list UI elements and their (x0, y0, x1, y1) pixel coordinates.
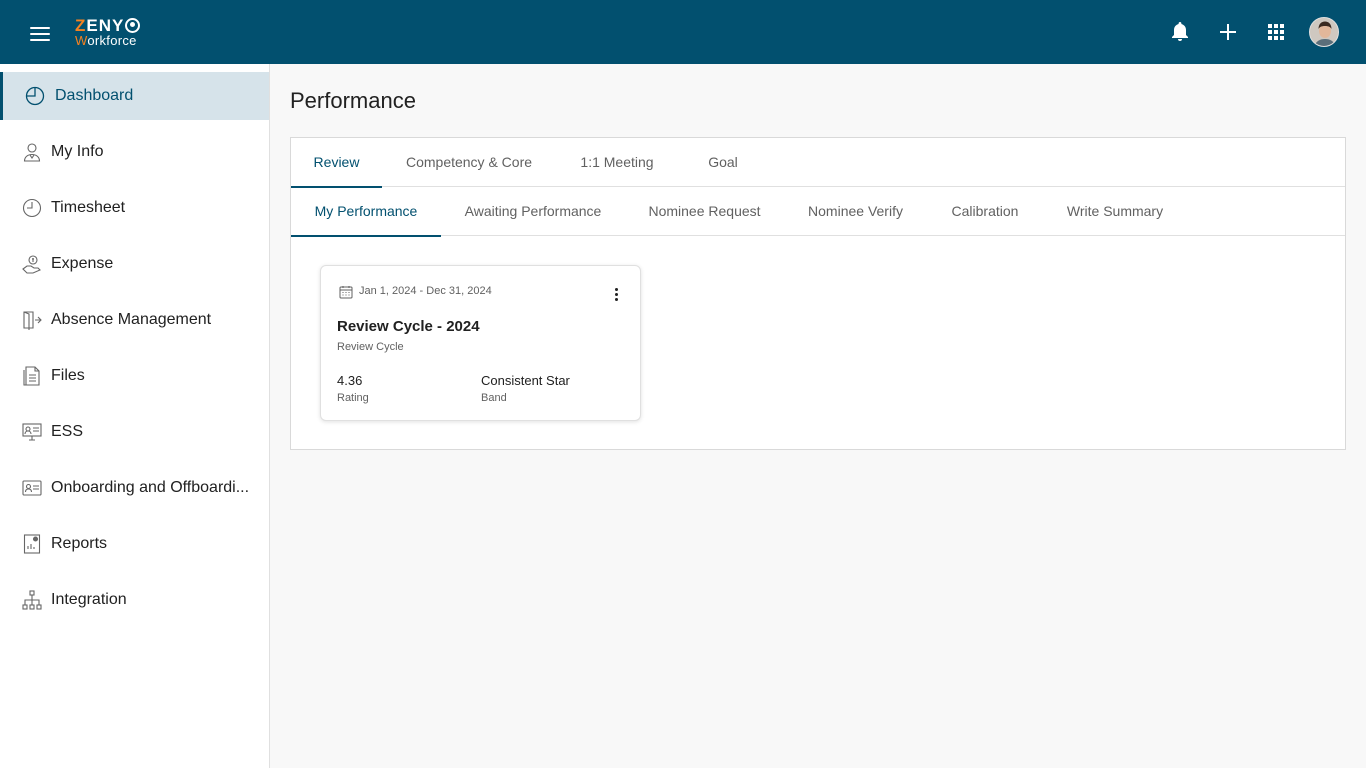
band-label: Band (481, 392, 507, 404)
tab-my-performance[interactable]: My Performance (291, 187, 441, 237)
rating-label: Rating (337, 392, 369, 404)
tab-calibration[interactable]: Calibration (936, 187, 1034, 236)
file-icon (22, 366, 42, 386)
tab-competency-core[interactable]: Competency & Core (394, 138, 544, 187)
plus-icon[interactable] (1212, 16, 1244, 48)
sidebar-item-label: ESS (51, 423, 84, 440)
sidebar-item-label: Files (51, 367, 85, 384)
band-value: Consistent Star (481, 373, 570, 388)
sidebar-item-label: Onboarding and Offboardi... (51, 479, 250, 496)
door-exit-icon (22, 310, 42, 330)
clock-icon (22, 198, 42, 218)
review-date-range: Jan 1, 2024 - Dec 31, 2024 (359, 285, 492, 297)
tab-nominee-request[interactable]: Nominee Request (633, 187, 776, 236)
performance-panel: Review Competency & Core 1:1 Meeting Goa… (290, 137, 1346, 450)
sidebar-item-timesheet[interactable]: Timesheet (0, 184, 269, 232)
review-cycle-card[interactable]: Jan 1, 2024 - Dec 31, 2024 Review Cycle … (320, 265, 641, 421)
sidebar-item-label: Reports (51, 535, 108, 552)
sidebar-item-label: Integration (51, 591, 127, 608)
dashboard-icon (25, 86, 45, 106)
review-title: Review Cycle - 2024 (337, 318, 480, 335)
sidebar-item-reports[interactable]: Reports (0, 520, 269, 568)
apps-grid-icon[interactable] (1260, 16, 1292, 48)
tab-review[interactable]: Review (291, 138, 382, 188)
tab-goal[interactable]: Goal (687, 138, 759, 187)
sidebar-item-label: My Info (51, 143, 104, 160)
sidebar-item-label: Dashboard (55, 87, 134, 104)
sidebar-item-label: Expense (51, 255, 114, 272)
primary-tab-bar: Review Competency & Core 1:1 Meeting Goa… (291, 138, 1345, 188)
tab-write-summary[interactable]: Write Summary (1053, 187, 1177, 236)
sidebar-item-label: Timesheet (51, 199, 126, 216)
zenyo-logo[interactable]: Z ENY Workforce (75, 17, 141, 47)
more-vertical-icon[interactable] (608, 286, 624, 302)
top-app-bar: Z ENY Workforce (0, 0, 1366, 64)
person-icon (22, 142, 42, 162)
bell-icon[interactable] (1164, 16, 1196, 48)
sidebar-item-absence-management[interactable]: Absence Management (0, 296, 269, 344)
sidebar-item-expense[interactable]: Expense (0, 240, 269, 288)
sidebar-item-dashboard[interactable]: Dashboard (0, 72, 269, 120)
page-title: Performance (290, 88, 416, 113)
money-hand-icon (22, 254, 42, 274)
sidebar-item-ess[interactable]: ESS (0, 408, 269, 456)
avatar[interactable] (1308, 16, 1340, 48)
sidebar-item-label: Absence Management (51, 311, 212, 328)
id-card-icon (22, 478, 42, 498)
sidebar-item-my-info[interactable]: My Info (0, 128, 269, 176)
sidebar-item-onboarding-offboarding[interactable]: Onboarding and Offboardi... (0, 464, 269, 512)
hierarchy-icon (22, 590, 42, 610)
secondary-tab-bar: My Performance Awaiting Performance Nomi… (291, 187, 1345, 237)
report-icon (22, 534, 42, 554)
calendar-icon (339, 285, 353, 299)
sidebar: Dashboard My Info Timesheet Expense Abse… (0, 64, 270, 768)
sidebar-item-integration[interactable]: Integration (0, 576, 269, 624)
tab-nominee-verify[interactable]: Nominee Verify (793, 187, 918, 236)
monitor-person-icon (22, 422, 42, 442)
rating-value: 4.36 (337, 373, 363, 388)
tab-awaiting-performance[interactable]: Awaiting Performance (452, 187, 614, 236)
review-subtitle: Review Cycle (337, 341, 404, 353)
menu-icon[interactable] (30, 27, 50, 41)
sidebar-item-files[interactable]: Files (0, 352, 269, 400)
tab-one-on-one-meeting[interactable]: 1:1 Meeting (563, 138, 671, 187)
